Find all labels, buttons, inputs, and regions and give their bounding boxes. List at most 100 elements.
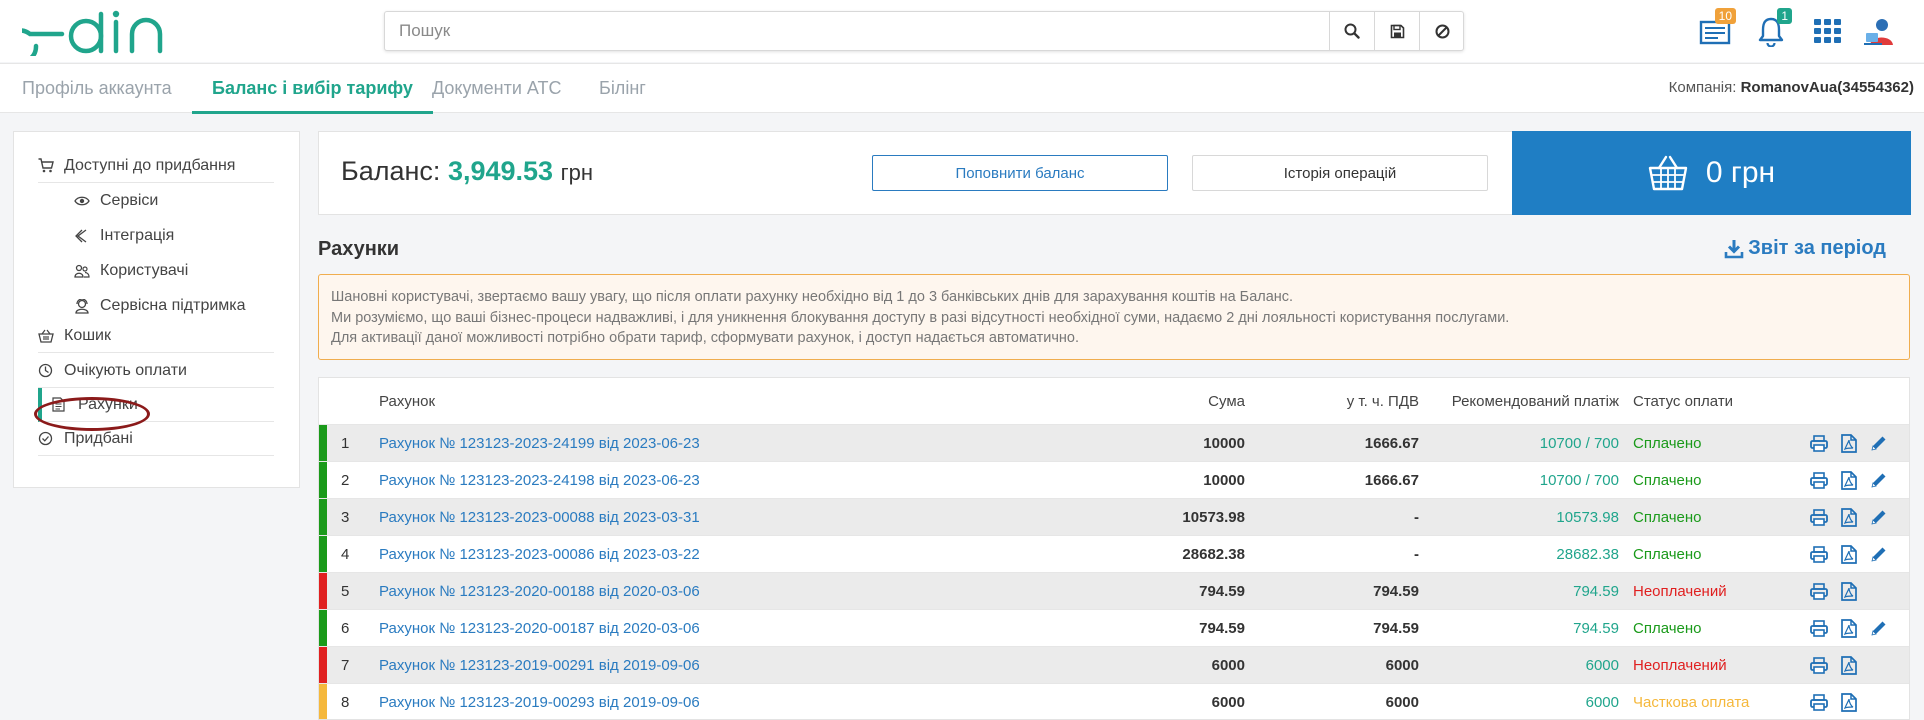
payment-status: Сплачено <box>1633 620 1702 637</box>
print-icon[interactable] <box>1809 433 1829 453</box>
user-avatar[interactable] <box>1861 12 1899 50</box>
search-button[interactable] <box>1329 12 1374 50</box>
notifications-button[interactable]: 1 <box>1752 8 1792 50</box>
status-indicator <box>319 573 327 609</box>
invoice-vat: - <box>1414 509 1419 526</box>
sidebar-item-users[interactable]: Користувачі <box>74 254 274 288</box>
table-row[interactable]: 7 Рахунок № 123123-2019-00291 від 2019-09… <box>319 646 1909 683</box>
save-search-button[interactable] <box>1374 12 1419 50</box>
tab-balance-tariff[interactable]: Баланс і вибір тарифу <box>192 64 433 114</box>
pdf-icon[interactable] <box>1839 618 1859 638</box>
balance-display: Баланс: 3,949.53 грн <box>341 156 593 187</box>
invoice-link[interactable]: Рахунок № 123123-2020-00187 від 2020-03-… <box>379 620 700 637</box>
search-input[interactable] <box>385 12 1329 50</box>
invoice-sum: 6000 <box>1211 657 1245 674</box>
clear-search-button[interactable] <box>1419 12 1464 50</box>
sidebar-item-basket[interactable]: Кошик <box>38 319 274 353</box>
print-icon[interactable] <box>1809 544 1829 564</box>
invoice-link[interactable]: Рахунок № 123123-2019-00291 від 2019-09-… <box>379 657 700 674</box>
cancel-icon <box>1435 24 1449 38</box>
invoice-sum: 6000 <box>1211 694 1245 711</box>
pdf-icon[interactable] <box>1839 544 1859 564</box>
row-number: 4 <box>341 546 350 563</box>
table-row[interactable]: 8 Рахунок № 123123-2019-00293 від 2019-09… <box>319 683 1909 719</box>
status-indicator <box>319 536 327 572</box>
edit-icon[interactable] <box>1869 507 1889 527</box>
sidebar-item-label: Користувачі <box>100 262 189 279</box>
edit-icon[interactable] <box>1869 618 1889 638</box>
row-number: 6 <box>341 620 350 637</box>
notice-line: Для активації даної можливості потрібно … <box>331 330 1079 346</box>
payment-status: Сплачено <box>1633 509 1702 526</box>
search-icon <box>1344 23 1360 39</box>
pdf-icon[interactable] <box>1839 655 1859 675</box>
table-row[interactable]: 6 Рахунок № 123123-2020-00187 від 2020-03… <box>319 609 1909 646</box>
tab-ats-documents[interactable]: Документи АТС <box>412 64 582 114</box>
period-report-label: Звіт за період <box>1748 237 1886 259</box>
recommended-payment: 794.59 <box>1573 583 1619 600</box>
table-row[interactable]: 2 Рахунок № 123123-2023-24198 від 2023-06… <box>319 461 1909 498</box>
sidebar-item-integration[interactable]: Інтеграція <box>74 219 274 253</box>
print-icon[interactable] <box>1809 507 1829 527</box>
pdf-icon[interactable] <box>1839 507 1859 527</box>
pdf-icon[interactable] <box>1839 581 1859 601</box>
period-report-link[interactable]: Звіт за період <box>1724 237 1886 260</box>
sidebar-item-label: Рахунки <box>78 395 138 413</box>
operations-history-button[interactable]: Історія операцій <box>1192 155 1488 191</box>
documents-button[interactable]: 10 <box>1696 8 1736 50</box>
sidebar-item-services[interactable]: Сервіси <box>74 184 274 218</box>
payment-status: Сплачено <box>1633 546 1702 563</box>
edin-logo[interactable] <box>1 8 167 65</box>
sidebar-item-label: Сервісна підтримка <box>100 297 246 314</box>
invoice-link[interactable]: Рахунок № 123123-2019-00293 від 2019-09-… <box>379 694 700 711</box>
balance-panel: Баланс: 3,949.53 грн Поповнити баланс Іс… <box>318 131 1911 215</box>
sidebar-item-available[interactable]: Доступні до придбання <box>38 149 274 183</box>
edit-icon[interactable] <box>1869 433 1889 453</box>
row-actions <box>1809 544 1889 564</box>
invoice-link[interactable]: Рахунок № 123123-2023-00088 від 2023-03-… <box>379 509 700 526</box>
document-icon <box>52 397 76 412</box>
support-icon <box>74 298 98 314</box>
search-bar <box>384 11 1464 51</box>
print-icon[interactable] <box>1809 581 1829 601</box>
table-row[interactable]: 3 Рахунок № 123123-2023-00088 від 2023-03… <box>319 498 1909 535</box>
invoice-link[interactable]: Рахунок № 123123-2023-24198 від 2023-06-… <box>379 472 700 489</box>
table-row[interactable]: 1 Рахунок № 123123-2023-24199 від 2023-06… <box>319 424 1909 461</box>
edit-icon[interactable] <box>1869 470 1889 490</box>
column-header-sum: Сума <box>1208 393 1245 410</box>
sidebar-item-support[interactable]: Сервісна підтримка <box>74 289 274 323</box>
table-row[interactable]: 5 Рахунок № 123123-2020-00188 від 2020-03… <box>319 572 1909 609</box>
invoice-link[interactable]: Рахунок № 123123-2023-00086 від 2023-03-… <box>379 546 700 563</box>
edit-icon[interactable] <box>1869 544 1889 564</box>
cart-total-button[interactable]: 0 грн <box>1512 131 1911 215</box>
table-row[interactable]: 4 Рахунок № 123123-2023-00086 від 2023-03… <box>319 535 1909 572</box>
invoice-link[interactable]: Рахунок № 123123-2023-24199 від 2023-06-… <box>379 435 700 452</box>
pdf-icon[interactable] <box>1839 433 1859 453</box>
pdf-icon[interactable] <box>1839 692 1859 712</box>
cart-amount: 0 грн <box>1705 156 1776 189</box>
invoice-link[interactable]: Рахунок № 123123-2020-00188 від 2020-03-… <box>379 583 700 600</box>
pdf-icon[interactable] <box>1839 470 1859 490</box>
tab-account-profile[interactable]: Профіль аккаунта <box>2 64 192 114</box>
row-actions <box>1809 507 1889 527</box>
invoice-vat: 1666.67 <box>1364 472 1419 489</box>
print-icon[interactable] <box>1809 655 1829 675</box>
print-icon[interactable] <box>1809 618 1829 638</box>
row-number: 5 <box>341 583 350 600</box>
invoice-sum: 10000 <box>1203 435 1245 452</box>
apps-menu-button[interactable] <box>1808 12 1846 50</box>
payment-status: Сплачено <box>1633 435 1702 452</box>
invoice-vat: 794.59 <box>1373 583 1419 600</box>
print-icon[interactable] <box>1809 470 1829 490</box>
sidebar-item-awaiting-payment[interactable]: Очікують оплати <box>38 354 274 388</box>
row-number: 7 <box>341 657 350 674</box>
status-indicator <box>319 462 327 498</box>
sidebar-item-invoices[interactable]: Рахунки <box>38 388 274 422</box>
sidebar-item-purchased[interactable]: Придбані <box>38 422 274 456</box>
notifications-badge: 1 <box>1777 8 1792 24</box>
top-up-balance-button[interactable]: Поповнити баланс <box>872 155 1168 191</box>
print-icon[interactable] <box>1809 692 1829 712</box>
avatar-icon <box>1864 19 1893 45</box>
tab-billing[interactable]: Білінг <box>579 64 666 114</box>
column-header-vat: у т. ч. ПДВ <box>1346 393 1419 410</box>
